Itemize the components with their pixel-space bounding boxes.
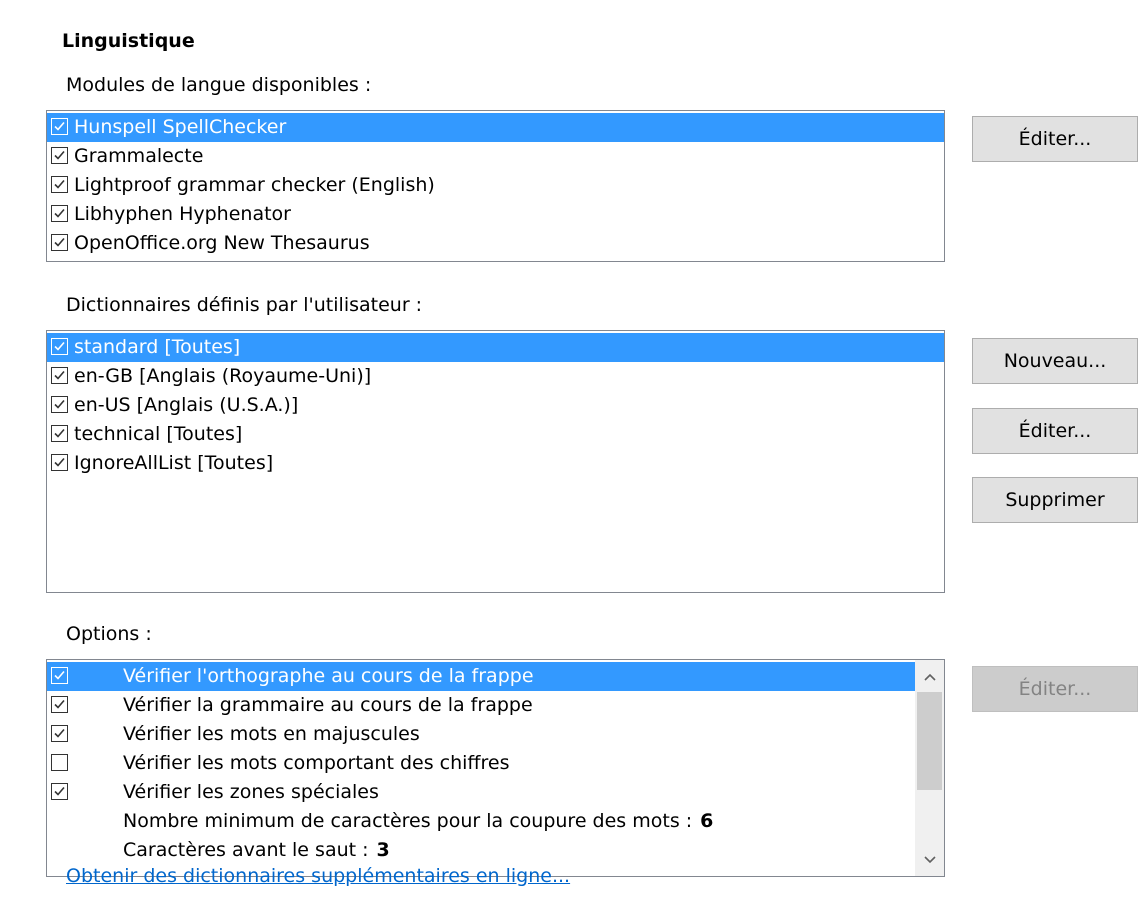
- checkbox[interactable]: [51, 205, 68, 222]
- item-label: Nombre minimum de caractères pour la cou…: [123, 810, 693, 832]
- checkbox[interactable]: [51, 754, 68, 771]
- check-icon: [54, 457, 65, 467]
- check-icon: [54, 399, 65, 409]
- check-icon: [54, 428, 65, 438]
- check-icon: [54, 179, 65, 189]
- option-item[interactable]: Vérifier les zones spéciales: [47, 778, 915, 807]
- item-label: technical [Toutes]: [74, 423, 243, 445]
- checkbox[interactable]: [51, 725, 68, 742]
- list-item[interactable]: Hunspell SpellChecker: [47, 113, 944, 142]
- item-label: OpenOffice.org New Thesaurus: [74, 232, 370, 254]
- list-item[interactable]: IgnoreAllList [Toutes]: [47, 449, 944, 478]
- check-icon: [54, 150, 65, 160]
- checkbox[interactable]: [51, 118, 68, 135]
- chevron-down-icon[interactable]: [915, 845, 944, 874]
- list-item[interactable]: en-US [Anglais (U.S.A.)]: [47, 391, 944, 420]
- dictionaries-label: Dictionnaires définis par l'utilisateur …: [66, 294, 423, 316]
- option-item[interactable]: Vérifier la grammaire au cours de la fra…: [47, 691, 915, 720]
- checkbox[interactable]: [51, 147, 68, 164]
- checkbox[interactable]: [51, 425, 68, 442]
- checkbox[interactable]: [51, 696, 68, 713]
- checkbox[interactable]: [51, 176, 68, 193]
- options-label: Options :: [66, 623, 152, 645]
- online-dictionaries-link[interactable]: Obtenir des dictionnaires supplémentaire…: [66, 865, 570, 887]
- item-label: Vérifier l'orthographe au cours de la fr…: [123, 665, 534, 687]
- list-item[interactable]: OpenOffice.org New Thesaurus: [47, 229, 944, 258]
- option-item[interactable]: Nombre minimum de caractères pour la cou…: [47, 807, 915, 836]
- list-item[interactable]: Grammalecte: [47, 142, 944, 171]
- item-label: en-US [Anglais (U.S.A.)]: [74, 394, 299, 416]
- options-scrollbar[interactable]: [915, 660, 944, 876]
- new-dictionary-button[interactable]: Nouveau...: [972, 338, 1138, 384]
- option-value: 3: [376, 839, 390, 861]
- check-icon: [54, 786, 65, 796]
- check-icon: [54, 728, 65, 738]
- check-icon: [54, 670, 65, 680]
- item-label: IgnoreAllList [Toutes]: [74, 452, 274, 474]
- item-label: Caractères avant le saut :: [123, 839, 369, 861]
- checkbox[interactable]: [51, 667, 68, 684]
- list-item[interactable]: Libhyphen Hyphenator: [47, 200, 944, 229]
- check-icon: [54, 208, 65, 218]
- check-icon: [54, 121, 65, 131]
- checkbox[interactable]: [51, 783, 68, 800]
- option-item[interactable]: Vérifier l'orthographe au cours de la fr…: [47, 662, 915, 691]
- item-label: Vérifier les mots comportant des chiffre…: [123, 752, 510, 774]
- item-label: Hunspell SpellChecker: [74, 116, 287, 138]
- checkbox[interactable]: [51, 367, 68, 384]
- dictionaries-list[interactable]: standard [Toutes] en-GB [Anglais (Royaume…: [46, 330, 945, 593]
- options-list[interactable]: Vérifier l'orthographe au cours de la fr…: [46, 659, 945, 877]
- modules-edit-button[interactable]: Éditer...: [972, 116, 1138, 162]
- item-label: en-GB [Anglais (Royaume-Uni)]: [74, 365, 372, 387]
- option-item[interactable]: Vérifier les mots comportant des chiffre…: [47, 749, 915, 778]
- option-value: 6: [700, 810, 714, 832]
- checkbox[interactable]: [51, 454, 68, 471]
- option-item[interactable]: Vérifier les mots en majuscules: [47, 720, 915, 749]
- chevron-up-icon[interactable]: [915, 662, 944, 691]
- list-item[interactable]: technical [Toutes]: [47, 420, 944, 449]
- edit-dictionary-button[interactable]: Éditer...: [972, 408, 1138, 454]
- checkbox[interactable]: [51, 396, 68, 413]
- check-icon: [54, 341, 65, 351]
- checkbox[interactable]: [51, 338, 68, 355]
- scrollbar-thumb[interactable]: [917, 692, 942, 790]
- item-label: Vérifier les mots en majuscules: [123, 723, 420, 745]
- item-label: standard [Toutes]: [74, 336, 241, 358]
- item-label: Vérifier la grammaire au cours de la fra…: [123, 694, 533, 716]
- item-label: Lightproof grammar checker (English): [74, 174, 435, 196]
- check-icon: [54, 237, 65, 247]
- list-item[interactable]: en-GB [Anglais (Royaume-Uni)]: [47, 362, 944, 391]
- checkbox[interactable]: [51, 234, 68, 251]
- list-item[interactable]: standard [Toutes]: [47, 333, 944, 362]
- delete-dictionary-button[interactable]: Supprimer: [972, 477, 1138, 523]
- section-title: Linguistique: [62, 30, 195, 52]
- check-icon: [54, 370, 65, 380]
- option-item[interactable]: Caractères avant le saut : 3: [47, 836, 915, 865]
- item-label: Vérifier les zones spéciales: [123, 781, 379, 803]
- modules-list[interactable]: Hunspell SpellChecker Grammalecte Lightpro…: [46, 110, 945, 262]
- edit-option-button: Éditer...: [972, 666, 1138, 712]
- modules-label: Modules de langue disponibles :: [66, 74, 372, 96]
- item-label: Libhyphen Hyphenator: [74, 203, 291, 225]
- item-label: Grammalecte: [74, 145, 204, 167]
- list-item[interactable]: Lightproof grammar checker (English): [47, 171, 944, 200]
- check-icon: [54, 699, 65, 709]
